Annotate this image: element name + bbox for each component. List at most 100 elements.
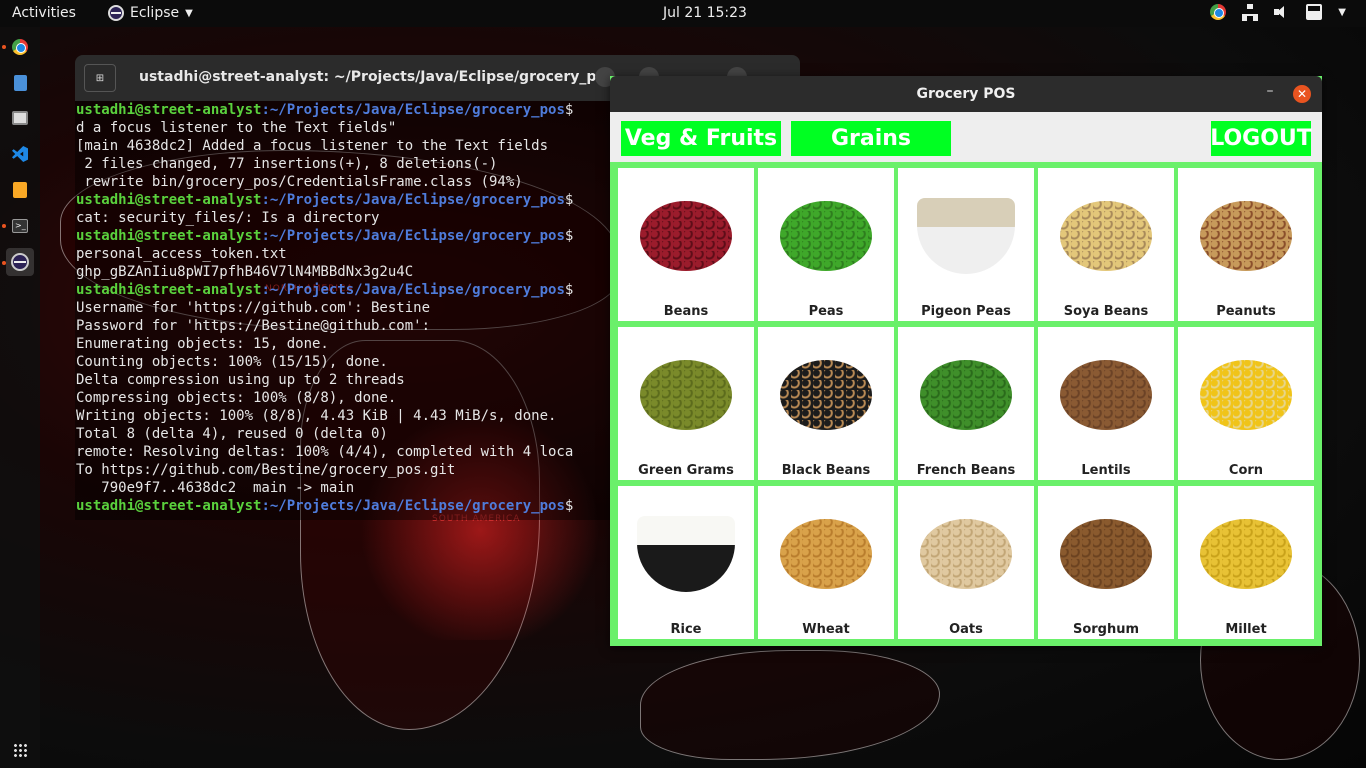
product-picture [898, 168, 1034, 304]
product-picture [618, 327, 754, 463]
dock-item-sublime[interactable] [6, 176, 34, 204]
dock-item-terminal[interactable]: >_ [6, 212, 34, 240]
minimize-button[interactable]: – [1262, 84, 1278, 100]
product-label: Wheat [802, 622, 850, 637]
volume-icon[interactable] [1274, 4, 1290, 20]
activities-button[interactable]: Activities [12, 5, 76, 21]
beans-image [640, 201, 732, 271]
product-label: Peanuts [1216, 304, 1276, 319]
prompt-user: ustadhi@street-analyst [76, 228, 262, 244]
prompt-path: :~/Projects/Java/Eclipse/grocery_pos [261, 192, 565, 208]
pos-toolbar: Veg & Fruits Grains LOGOUT [610, 112, 1322, 162]
wheat-image [780, 519, 872, 589]
product-label: Green Grams [638, 463, 734, 478]
system-tray[interactable]: ▼ [1210, 4, 1346, 21]
product-button-millet[interactable]: Millet [1178, 486, 1314, 639]
product-button-wheat[interactable]: Wheat [758, 486, 894, 639]
prompt-path: :~/Projects/Java/Eclipse/grocery_pos [261, 498, 565, 514]
product-picture [758, 486, 894, 622]
sorghum-image [1060, 519, 1152, 589]
terminal-icon: >_ [12, 219, 28, 233]
eclipse-icon [11, 253, 29, 271]
product-button-lentils[interactable]: Lentils [1038, 327, 1174, 480]
product-button-french-beans[interactable]: French Beans [898, 327, 1034, 480]
prompt-symbol: $ [564, 282, 574, 298]
prompt-path: :~/Projects/Java/Eclipse/grocery_pos [261, 228, 565, 244]
product-button-rice[interactable]: Rice [618, 486, 754, 639]
product-label: Pigeon Peas [921, 304, 1011, 319]
product-label: Soya Beans [1063, 304, 1149, 319]
product-button-soya-beans[interactable]: Soya Beans [1038, 168, 1174, 321]
network-icon[interactable] [1242, 4, 1259, 21]
product-label: Beans [663, 304, 709, 319]
product-label: Corn [1228, 463, 1264, 478]
prompt-symbol: $ [564, 498, 574, 514]
prompt-user: ustadhi@street-analyst [76, 192, 262, 208]
product-grid: Beans Peas Pigeon Peas Soya Beans Peanuts Gre… [618, 168, 1314, 640]
chevron-down-icon[interactable]: ▼ [1338, 7, 1346, 18]
chevron-down-icon: ▼ [185, 7, 193, 19]
chrome-icon[interactable] [1210, 4, 1227, 20]
show-applications-icon[interactable] [13, 743, 27, 757]
grocery-pos-window[interactable]: Grocery POS – ✕ Veg & Fruits Grains LOGO… [610, 76, 1322, 646]
window-title: Grocery POS [916, 86, 1016, 102]
product-picture [618, 486, 754, 622]
product-button-peanuts[interactable]: Peanuts [1178, 168, 1314, 321]
green-grams-image [640, 360, 732, 430]
product-button-oats[interactable]: Oats [898, 486, 1034, 639]
product-label: Rice [670, 622, 702, 637]
prompt-symbol: $ [564, 192, 574, 208]
product-label: Sorghum [1072, 622, 1140, 637]
product-picture [758, 327, 894, 463]
top-bar: Activities Eclipse ▼ Jul 21 15:23 ▼ [0, 0, 1366, 27]
product-button-green-grams[interactable]: Green Grams [618, 327, 754, 480]
new-tab-button[interactable]: ⊞ [84, 64, 116, 92]
soya-beans-image [1060, 201, 1152, 271]
veg-fruits-button[interactable]: Veg & Fruits [621, 121, 781, 156]
lentils-image [1060, 360, 1152, 430]
prompt-user: ustadhi@street-analyst [76, 282, 262, 298]
dock-item-files[interactable] [6, 104, 34, 132]
app-menu-label: Eclipse [130, 5, 180, 21]
prompt-user: ustadhi@street-analyst [76, 498, 262, 514]
wallpaper-map-shape [640, 650, 940, 760]
grains-button[interactable]: Grains [791, 121, 951, 156]
peanuts-image [1200, 201, 1292, 271]
product-label: French Beans [916, 463, 1016, 478]
product-picture [1038, 168, 1174, 304]
product-label: Oats [949, 622, 983, 637]
prompt-symbol: $ [564, 102, 574, 118]
terminal-title: ustadhi@street-analyst: ~/Projects/Java/… [139, 69, 615, 85]
dock-item-vscode[interactable] [6, 140, 34, 168]
french-beans-image [920, 360, 1012, 430]
corn-image [1200, 360, 1292, 430]
logout-button[interactable]: LOGOUT [1210, 121, 1312, 156]
eclipse-icon [108, 5, 124, 21]
rice-image [637, 516, 735, 592]
app-menu[interactable]: Eclipse ▼ [108, 5, 193, 21]
vscode-icon [12, 146, 28, 162]
pigeon-peas-image [917, 198, 1015, 274]
clock[interactable]: Jul 21 15:23 [663, 5, 747, 21]
chrome-icon [12, 39, 28, 55]
product-button-sorghum[interactable]: Sorghum [1038, 486, 1174, 639]
product-button-peas[interactable]: Peas [758, 168, 894, 321]
battery-icon[interactable] [1306, 4, 1323, 20]
dock-item-eclipse[interactable] [6, 248, 34, 276]
product-label: Millet [1225, 622, 1267, 637]
dock-item-text-editor[interactable] [6, 69, 34, 97]
prompt-symbol: $ [564, 228, 574, 244]
product-label: Lentils [1081, 463, 1131, 478]
black-beans-image [780, 360, 872, 430]
product-button-black-beans[interactable]: Black Beans [758, 327, 894, 480]
prompt-user: ustadhi@street-analyst [76, 102, 262, 118]
product-button-beans[interactable]: Beans [618, 168, 754, 321]
product-picture [1178, 327, 1314, 463]
sublime-text-icon [13, 182, 27, 198]
product-button-pigeon-peas[interactable]: Pigeon Peas [898, 168, 1034, 321]
dock-item-chrome[interactable] [6, 33, 34, 61]
product-picture [618, 168, 754, 304]
product-button-corn[interactable]: Corn [1178, 327, 1314, 480]
close-button[interactable]: ✕ [1293, 85, 1311, 103]
pos-titlebar[interactable]: Grocery POS – ✕ [610, 76, 1322, 112]
